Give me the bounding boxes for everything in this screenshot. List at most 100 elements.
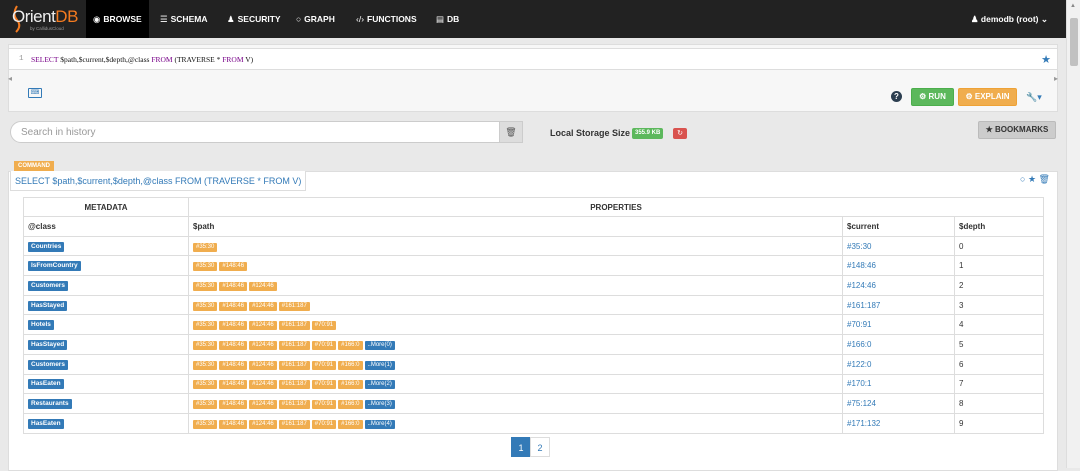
rid-badge[interactable]: #148:46: [219, 321, 248, 331]
class-badge[interactable]: IsFromCountry: [28, 261, 81, 272]
rid-badge[interactable]: #35:30: [193, 419, 218, 429]
class-badge[interactable]: HasEaten: [28, 379, 64, 390]
rid-badge[interactable]: #124:46: [249, 380, 277, 390]
rid-badge[interactable]: #35:30: [193, 380, 218, 390]
rid-badge[interactable]: #166:0: [338, 340, 363, 350]
rid-badge[interactable]: #70:91: [311, 419, 337, 429]
class-badge[interactable]: HasStayed: [28, 300, 68, 311]
run-button[interactable]: ⚙ RUN: [911, 88, 954, 106]
rid-badge[interactable]: #148:46: [219, 340, 248, 350]
rid-badge[interactable]: #148:46: [219, 281, 248, 291]
scroll-up-icon[interactable]: ▲: [1070, 3, 1076, 9]
rid-badge[interactable]: #35:30: [193, 301, 218, 311]
rid-badge[interactable]: #161:187: [278, 380, 310, 390]
page-2-button[interactable]: 2: [530, 437, 550, 457]
rid-badge[interactable]: #124:46: [249, 281, 277, 291]
rid-badge[interactable]: #70:91: [311, 400, 337, 410]
rid-badge[interactable]: #148:46: [219, 301, 248, 311]
trash-icon[interactable]: 🗑: [1039, 174, 1050, 184]
rid-badge[interactable]: #35:30: [193, 262, 218, 272]
more-badge[interactable]: ..More(3): [364, 400, 395, 410]
user-menu[interactable]: ♟ demodb (root) ⌄: [971, 0, 1048, 38]
rid-badge[interactable]: #35:30: [193, 281, 218, 291]
rid-badge[interactable]: #124:46: [249, 360, 277, 370]
rid-badge[interactable]: #166:0: [338, 360, 363, 370]
current-link[interactable]: #122:0: [847, 360, 871, 369]
class-badge[interactable]: Countries: [28, 241, 65, 252]
page-scrollbar[interactable]: ▲: [1066, 0, 1080, 468]
scroll-left-icon[interactable]: ◂: [8, 74, 12, 83]
rid-badge[interactable]: #161:187: [278, 340, 310, 350]
rid-badge[interactable]: #148:46: [219, 419, 248, 429]
class-badge[interactable]: Hotels: [28, 320, 54, 331]
rid-badge[interactable]: #70:91: [311, 360, 337, 370]
more-badge[interactable]: ..More(4): [364, 419, 395, 429]
scrollbar-thumb[interactable]: [1070, 18, 1078, 66]
current-link[interactable]: #148:46: [847, 261, 876, 270]
current-link[interactable]: #166:0: [847, 340, 871, 349]
rid-badge[interactable]: #124:46: [249, 400, 277, 410]
rid-badge[interactable]: #70:91: [311, 380, 337, 390]
rid-badge[interactable]: #124:46: [249, 340, 277, 350]
rid-badge[interactable]: #70:91: [311, 340, 337, 350]
current-link[interactable]: #161:187: [847, 301, 880, 310]
history-search-input[interactable]: Search in history: [10, 121, 500, 143]
rid-badge[interactable]: #35:30: [193, 321, 218, 331]
more-badge[interactable]: ..More(0): [364, 340, 395, 350]
rid-badge[interactable]: #161:187: [278, 419, 310, 429]
query-editor[interactable]: 1 SELECT $path,$current,$depth,@class FR…: [8, 48, 1058, 70]
rid-badge[interactable]: #35:30: [193, 242, 218, 252]
current-link[interactable]: #70:91: [847, 320, 871, 329]
rid-badge[interactable]: #148:46: [219, 262, 248, 272]
rid-badge[interactable]: #148:46: [219, 400, 248, 410]
column-header-class[interactable]: @class: [23, 216, 189, 237]
help-icon[interactable]: ?: [891, 91, 902, 102]
scroll-right-icon[interactable]: ▸: [1054, 74, 1058, 83]
rid-badge[interactable]: #35:30: [193, 340, 218, 350]
rid-badge[interactable]: #166:0: [338, 380, 363, 390]
nav-functions[interactable]: ‹/› FUNCTIONS: [349, 0, 424, 38]
rid-badge[interactable]: #148:46: [219, 360, 248, 370]
rid-badge[interactable]: #124:46: [249, 321, 277, 331]
column-header-current[interactable]: $current: [842, 216, 955, 237]
class-badge[interactable]: HasEaten: [28, 418, 64, 429]
nav-db[interactable]: ▤ DB: [429, 0, 466, 38]
class-badge[interactable]: Restaurants: [28, 399, 72, 410]
nav-schema[interactable]: ☰ SCHEMA: [153, 0, 214, 38]
current-link[interactable]: #75:124: [847, 399, 876, 408]
page-1-button[interactable]: 1: [511, 437, 531, 457]
rid-badge[interactable]: #161:187: [278, 301, 310, 311]
nav-security[interactable]: ♟ SECURITY: [220, 0, 288, 38]
nav-graph[interactable]: ○ GRAPH: [289, 0, 342, 38]
rid-badge[interactable]: #166:0: [338, 400, 363, 410]
query-code[interactable]: SELECT $path,$current,$depth,@class FROM…: [31, 55, 253, 64]
keyboard-icon[interactable]: ⌨: [28, 88, 42, 98]
editor-hscrollbar[interactable]: ◂ ▸: [8, 74, 1058, 84]
more-badge[interactable]: ..More(2): [364, 380, 395, 390]
rid-badge[interactable]: #124:46: [249, 419, 277, 429]
wrench-icon[interactable]: 🔧▾: [1026, 92, 1042, 103]
explain-button[interactable]: ⚙ EXPLAIN: [958, 88, 1017, 106]
column-header-path[interactable]: $path: [188, 216, 843, 237]
class-badge[interactable]: Customers: [28, 359, 68, 370]
nav-browse[interactable]: ◉ BROWSE: [86, 0, 149, 38]
current-link[interactable]: #124:46: [847, 281, 876, 290]
rid-badge[interactable]: #161:187: [278, 321, 310, 331]
circle-icon[interactable]: ○: [1020, 174, 1025, 184]
class-badge[interactable]: Customers: [28, 280, 68, 291]
column-header-depth[interactable]: $depth: [953, 216, 1045, 237]
orientdb-logo[interactable]: OrientDB by CallidusCloud: [10, 5, 80, 34]
rid-badge[interactable]: #148:46: [219, 380, 248, 390]
rid-badge[interactable]: #124:46: [249, 301, 277, 311]
rid-badge[interactable]: #166:0: [338, 419, 363, 429]
rid-badge[interactable]: #161:187: [278, 360, 310, 370]
class-badge[interactable]: HasStayed: [28, 339, 68, 350]
clear-storage-button[interactable]: ↻: [673, 128, 687, 139]
clear-history-button[interactable]: 🗑: [499, 121, 523, 143]
result-query[interactable]: SELECT $path,$current,$depth,@class FROM…: [10, 171, 307, 191]
current-link[interactable]: #170:1: [847, 379, 871, 388]
current-link[interactable]: #35:30: [847, 242, 871, 251]
star-icon[interactable]: ★: [1028, 174, 1036, 184]
rid-badge[interactable]: #161:187: [278, 400, 310, 410]
current-link[interactable]: #171:132: [847, 419, 880, 428]
